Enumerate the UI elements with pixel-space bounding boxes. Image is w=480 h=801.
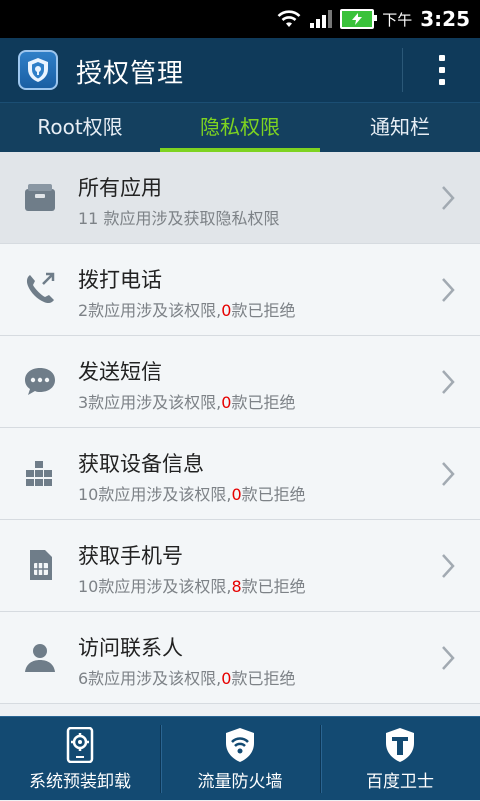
permission-item-phone-call[interactable]: 拨打电话 2款应用涉及该权限,0款已拒绝 bbox=[0, 244, 480, 336]
permission-title: 获取手机号 bbox=[78, 544, 183, 568]
rejected-count: 0 bbox=[231, 485, 242, 504]
chevron-right-icon bbox=[442, 370, 455, 394]
permission-subtitle: 10款应用涉及该权限,8款已拒绝 bbox=[78, 573, 306, 597]
permission-item-all-apps[interactable]: 所有应用 11 款应用涉及获取隐私权限 bbox=[0, 152, 480, 244]
battery-charging-icon bbox=[340, 9, 378, 29]
overflow-menu-button[interactable] bbox=[422, 44, 462, 96]
app-logo-shield-icon bbox=[18, 50, 58, 90]
bottom-label: 系统预装卸载 bbox=[29, 772, 131, 792]
sim-card-icon bbox=[30, 550, 52, 580]
rejected-suffix: 款已拒绝 bbox=[231, 393, 296, 412]
chevron-right-icon bbox=[442, 186, 455, 210]
permission-title: 访问联系人 bbox=[78, 636, 183, 660]
rejected-suffix: 款已拒绝 bbox=[231, 669, 296, 688]
tab-root-permission[interactable]: Root权限 bbox=[0, 103, 160, 153]
permission-subtitle: 10款应用涉及该权限,0款已拒绝 bbox=[78, 481, 306, 505]
chevron-right-icon bbox=[442, 278, 455, 302]
chevron-right-icon bbox=[442, 646, 455, 670]
overflow-dot bbox=[439, 55, 445, 61]
tab-privacy-permission[interactable]: 隐私权限 bbox=[160, 103, 320, 153]
status-bar: 下午 3:25 bbox=[0, 0, 480, 38]
permission-subtitle: 6款应用涉及该权限,0款已拒绝 bbox=[78, 665, 295, 689]
rejected-count: 0 bbox=[221, 669, 232, 688]
rejected-suffix: 款已拒绝 bbox=[241, 577, 306, 596]
permission-subtitle: 11 款应用涉及获取隐私权限 bbox=[78, 209, 280, 228]
system-uninstall-button[interactable]: 系统预装卸载 bbox=[0, 717, 160, 801]
permission-item-send-sms[interactable]: 发送短信 3款应用涉及该权限,0款已拒绝 bbox=[0, 336, 480, 428]
permission-item-device-info[interactable]: 获取设备信息 10款应用涉及该权限,0款已拒绝 bbox=[0, 428, 480, 520]
rejected-suffix: 款已拒绝 bbox=[241, 485, 306, 504]
app-bar-divider bbox=[402, 48, 403, 92]
bottom-label: 百度卫士 bbox=[366, 772, 434, 792]
overflow-dot bbox=[439, 67, 445, 73]
app-count-text: 2款应用涉及该权限, bbox=[78, 301, 222, 320]
system-uninstall-icon bbox=[66, 727, 94, 763]
rejected-suffix: 款已拒绝 bbox=[231, 301, 296, 320]
app-count-text: 10款应用涉及该权限, bbox=[78, 577, 232, 596]
app-count-text: 3款应用涉及该权限, bbox=[78, 393, 222, 412]
status-time: 3:25 bbox=[420, 7, 470, 31]
sms-bubble-icon bbox=[25, 368, 55, 395]
permission-item-phone-number[interactable]: 获取手机号 10款应用涉及该权限,8款已拒绝 bbox=[0, 520, 480, 612]
bottom-label: 流量防火墙 bbox=[197, 772, 283, 792]
permission-subtitle: 3款应用涉及该权限,0款已拒绝 bbox=[78, 389, 295, 413]
baidu-guard-button[interactable]: 百度卫士 bbox=[320, 717, 480, 801]
app-count-text: 6款应用涉及该权限, bbox=[78, 669, 222, 688]
tab-bar: Root权限 隐私权限 通知栏 bbox=[0, 102, 480, 153]
phone-call-icon bbox=[26, 272, 55, 304]
page-title: 授权管理 bbox=[76, 59, 185, 89]
permission-list: 所有应用 11 款应用涉及获取隐私权限 拨打电话 2款应用涉及该权限,0款已拒绝… bbox=[0, 152, 480, 716]
bottom-navigation: 系统预装卸载 流量防火墙 百度卫士 bbox=[0, 716, 480, 800]
tab-notification-bar[interactable]: 通知栏 bbox=[320, 103, 480, 153]
contact-person-icon bbox=[25, 644, 55, 672]
rejected-count: 0 bbox=[221, 393, 232, 412]
chevron-right-icon bbox=[442, 462, 455, 486]
chevron-right-icon bbox=[442, 554, 455, 578]
app-bar: 授权管理 bbox=[0, 38, 480, 102]
permission-subtitle: 2款应用涉及该权限,0款已拒绝 bbox=[78, 297, 295, 321]
permission-item-contacts[interactable]: 访问联系人 6款应用涉及该权限,0款已拒绝 bbox=[0, 612, 480, 704]
signal-strength-icon bbox=[310, 10, 333, 28]
wifi-shield-icon bbox=[226, 728, 254, 762]
guard-shield-icon bbox=[386, 728, 414, 762]
permission-title: 所有应用 bbox=[78, 176, 162, 200]
permission-title: 获取设备信息 bbox=[78, 452, 204, 476]
permission-title: 拨打电话 bbox=[78, 268, 162, 292]
permission-title: 发送短信 bbox=[78, 360, 162, 384]
overflow-dot bbox=[439, 79, 445, 85]
app-count-text: 10款应用涉及该权限, bbox=[78, 485, 232, 504]
status-ampm: 下午 bbox=[382, 10, 413, 29]
rejected-count: 8 bbox=[231, 577, 242, 596]
traffic-firewall-button[interactable]: 流量防火墙 bbox=[160, 717, 320, 801]
rejected-count: 0 bbox=[221, 301, 232, 320]
device-grid-icon bbox=[26, 461, 52, 486]
app-box-icon bbox=[25, 184, 55, 211]
wifi-icon bbox=[277, 10, 301, 27]
